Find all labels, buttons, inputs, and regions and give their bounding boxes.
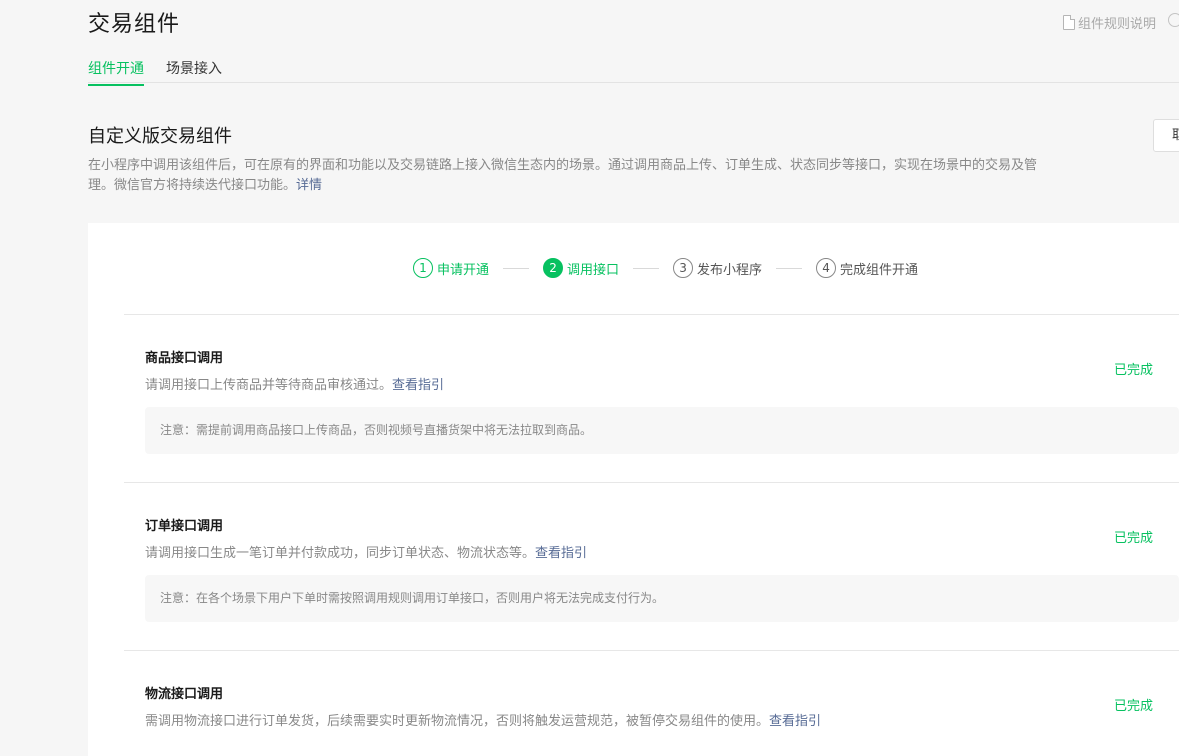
product-api-title: 商品接口调用 (145, 351, 224, 366)
steps-panel (88, 223, 1179, 756)
tabs-divider (88, 82, 1179, 83)
component-rules-link[interactable]: 组件规则说明 (1063, 13, 1156, 32)
product-api-description-text: 请调用接口上传商品并等待商品审核通过。 (145, 378, 393, 393)
step-number: 1 (413, 258, 433, 278)
component-rules-label: 组件规则说明 (1078, 17, 1157, 32)
section-description: 在小程序中调用该组件后，可在原有的界面和功能以及交易链路上接入微信生态内的场景。… (88, 156, 1053, 196)
step-connector (633, 267, 660, 269)
item-divider (124, 650, 1179, 651)
document-icon (1063, 15, 1075, 30)
section-description-text: 在小程序中调用该组件后，可在原有的界面和功能以及交易链路上接入微信生态内的场景。… (88, 158, 1038, 193)
help-icon[interactable] (1168, 13, 1179, 27)
step-label: 调用接口 (567, 262, 620, 278)
item-divider (124, 314, 1179, 315)
logistics-api-description-text: 需调用物流接口进行订单发货，后续需要实时更新物流情况，否则将触发运营规范，被暂停… (145, 714, 770, 729)
product-api-status: 已完成 (1114, 363, 1154, 378)
step-apply: 1 申请开通 (413, 258, 489, 278)
step-publish: 3 发布小程序 (673, 258, 762, 278)
step-connector (776, 267, 803, 269)
right-action-button[interactable]: 取 (1153, 119, 1179, 152)
product-api-description: 请调用接口上传商品并等待商品审核通过。查看指引 (145, 374, 444, 393)
order-api-guide-link[interactable]: 查看指引 (535, 546, 587, 561)
step-number: 2 (543, 258, 564, 278)
order-api-description: 请调用接口生成一笔订单并付款成功，同步订单状态、物流状态等。查看指引 (145, 542, 587, 561)
step-number: 4 (816, 258, 837, 278)
logistics-api-description: 需调用物流接口进行订单发货，后续需要实时更新物流情况，否则将触发运营规范，被暂停… (145, 710, 821, 729)
logistics-api-title: 物流接口调用 (145, 687, 224, 702)
order-api-description-text: 请调用接口生成一笔订单并付款成功，同步订单状态、物流状态等。 (145, 546, 536, 561)
step-call-api: 2 调用接口 (543, 258, 619, 278)
step-connector (503, 267, 530, 269)
progress-steps: 1 申请开通 2 调用接口 3 发布小程序 4 完成组件开通 (413, 258, 918, 278)
order-api-status: 已完成 (1114, 531, 1154, 546)
step-complete: 4 完成组件开通 (816, 258, 918, 278)
section-title: 自定义版交易组件 (88, 126, 232, 147)
details-link[interactable]: 详情 (296, 178, 322, 193)
order-api-note: 注意：在各个场景下用户下单时需按照调用规则调用订单接口，否则用户将无法完成支付行… (145, 575, 1179, 622)
product-api-guide-link[interactable]: 查看指引 (392, 378, 444, 393)
step-label: 完成组件开通 (840, 262, 919, 278)
product-api-note: 注意：需提前调用商品接口上传商品，否则视频号直播货架中将无法拉取到商品。 (145, 407, 1179, 454)
logistics-api-status: 已完成 (1114, 699, 1154, 714)
step-label: 发布小程序 (697, 262, 763, 278)
step-label: 申请开通 (437, 262, 490, 278)
item-divider (124, 482, 1179, 483)
order-api-title: 订单接口调用 (145, 519, 224, 534)
step-number: 3 (673, 258, 694, 278)
logistics-api-guide-link[interactable]: 查看指引 (769, 714, 821, 729)
page-title: 交易组件 (88, 12, 181, 37)
